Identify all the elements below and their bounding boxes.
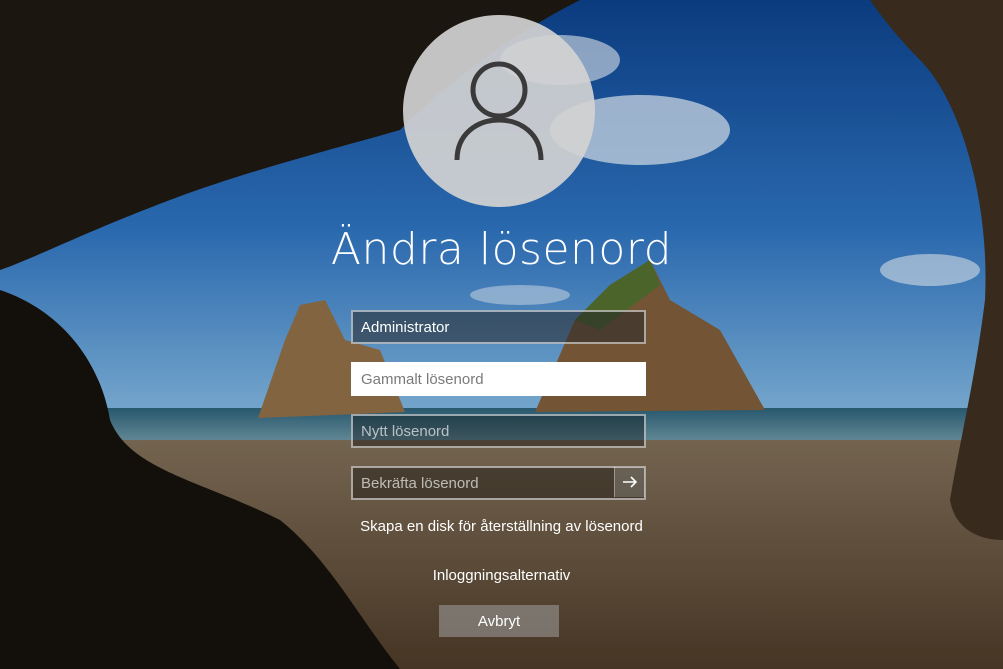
user-silhouette-icon [454, 61, 544, 161]
reset-disk-link-row: Skapa en disk för återställning av lösen… [0, 518, 1003, 535]
reset-disk-link[interactable]: Skapa en disk för återställning av lösen… [360, 518, 643, 535]
cancel-button[interactable]: Avbryt [439, 605, 559, 637]
username-field[interactable] [351, 310, 646, 344]
arrow-right-icon [623, 476, 638, 488]
user-avatar [403, 15, 595, 207]
page-title: Ändra lösenord [330, 224, 673, 275]
sign-in-options-link[interactable]: Inloggningsalternativ [433, 567, 571, 584]
old-password-field[interactable] [351, 362, 646, 396]
confirm-password-field[interactable] [351, 466, 646, 500]
submit-button[interactable] [614, 467, 645, 497]
sign-in-options-row: Inloggningsalternativ [0, 567, 1003, 584]
new-password-field[interactable] [351, 414, 646, 448]
change-password-panel: Ändra lösenord Skapa en disk för återstä… [0, 0, 1003, 669]
